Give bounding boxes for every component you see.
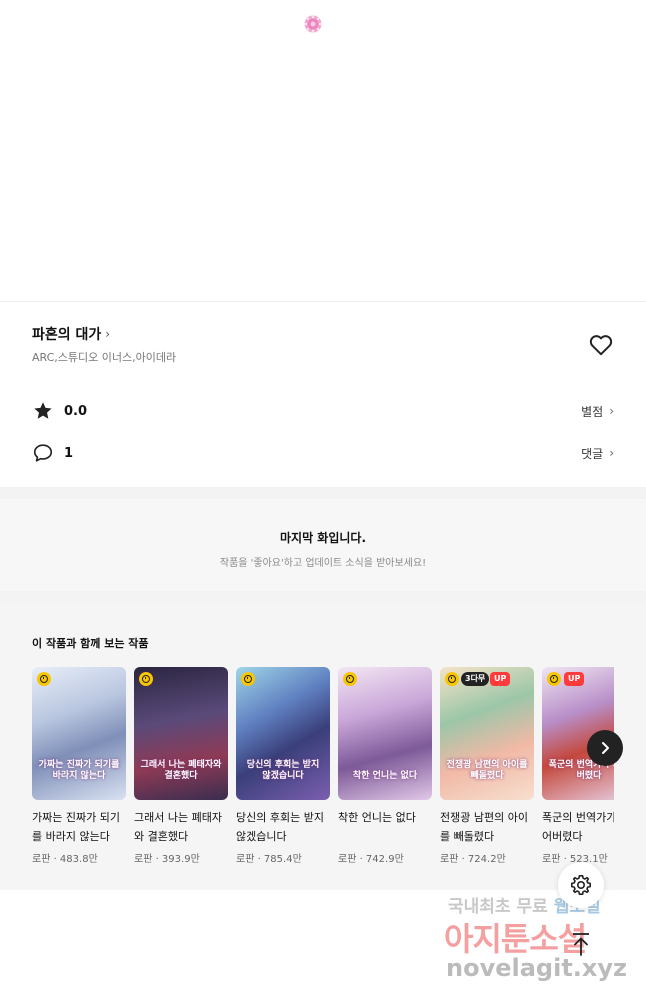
cover-title-text: 당신의 후회는 받지 않겠습니다 [246,760,320,781]
wait-free-badge [547,672,561,686]
recommendations-carousel[interactable]: 가짜는 진짜가 되기를 바라지 않는다 가짜는 진짜가 되기를 바라지 않는다 … [32,667,614,877]
watermark: 국내최초 무료 웹소설 아지툰소설 novelagit.xyz [440,890,630,990]
carousel-next-button[interactable] [587,730,623,766]
episode-end-area [0,0,646,300]
cover-image: 착한 언니는 없다 [338,667,432,800]
arrow-up-icon [573,933,589,956]
cover-image: 그래서 나는 폐태자와 결혼했다 [134,667,228,800]
rating-link-label: 별점 [581,404,604,419]
recommendation-item[interactable]: 3다무 UP 전쟁광 남편의 아이를 빼돌렸다 전쟁광 남편의 아이를 빼돌렸다… [440,667,534,865]
comment-count: 1 [64,445,74,461]
series-authors: ARC,스튜디오 이너스,아이데라 [32,351,177,364]
section-divider [0,591,646,603]
cover-image: 3다무 UP 전쟁광 남편의 아이를 빼돌렸다 [440,667,534,800]
recommendation-item[interactable]: 그래서 나는 폐태자와 결혼했다 그래서 나는 폐태자와 결혼했다 로판 · 3… [134,667,228,865]
section-divider [0,487,646,499]
clock-icon [40,675,48,683]
clock-icon [346,675,354,683]
cover-title-text: 가짜는 진짜가 되기를 바라지 않는다 [38,760,120,781]
recommendation-item[interactable]: 가짜는 진짜가 되기를 바라지 않는다 가짜는 진짜가 되기를 바라지 않는다 … [32,667,126,865]
settings-button[interactable] [558,862,604,908]
recommendation-meta: 로판 · 483.8만 [32,854,98,865]
wait-free-badge [343,672,357,686]
wait-free-badge [445,672,459,686]
last-episode-title: 마지막 화입니다. [279,531,367,545]
comments-row: 1 댓글 › [32,441,614,465]
cover-title-text: 전쟁광 남편의 아이를 빼돌렸다 [446,760,528,781]
recommendation-meta: 로판 · 393.9만 [134,854,200,865]
chevron-right-icon [602,742,609,754]
last-episode-notice: 마지막 화입니다. 작품을 '좋아요'하고 업데이트 소식을 받아보세요! [0,499,646,591]
recommendation-meta: 로판 · 742.9만 [338,854,404,865]
wait-free-badge [37,672,51,686]
recommendations-section: 이 작품과 함께 보는 작품 가짜는 진짜가 되기를 바라지 않는다 가짜는 진… [0,603,646,890]
recommendation-meta: 로판 · 785.4만 [236,854,302,865]
free-episodes-badge: 3다무 [461,672,490,686]
recommendation-title: 전쟁광 남편의 아이를 빼돌렸다 [440,811,528,843]
wait-free-badge [139,672,153,686]
heart-outline-icon[interactable] [588,332,614,358]
up-badge: UP [564,672,585,686]
gear-icon [571,875,591,895]
comments-link-label: 댓글 [581,446,604,461]
rating-value: 0.0 [64,403,88,419]
rating-row: 0.0 별점 › [32,399,614,423]
flower-icon [304,15,322,33]
up-badge: UP [490,672,511,686]
cover-title-text: 착한 언니는 없다 [352,771,418,781]
recommendation-item[interactable]: 착한 언니는 없다 착한 언니는 없다 로판 · 742.9만 [338,667,432,865]
cover-title-text: 그래서 나는 폐태자와 결혼했다 [140,760,222,781]
recommendation-title: 당신의 후회는 받지 않겠습니다 [236,811,324,843]
recommendation-title: 착한 언니는 없다 [338,811,416,824]
cover-image: 당신의 후회는 받지 않겠습니다 [236,667,330,800]
clock-icon [142,675,150,683]
chevron-right-icon: › [609,446,614,460]
comments-link[interactable]: 댓글 › [581,445,614,462]
speech-bubble-icon [33,444,53,462]
last-episode-subtitle: 작품을 '좋아요'하고 업데이트 소식을 받아보세요! [219,558,427,569]
chevron-right-icon: › [105,327,111,341]
scroll-to-top-button[interactable] [567,930,595,958]
cover-image: 가짜는 진짜가 되기를 바라지 않는다 [32,667,126,800]
clock-icon [244,675,252,683]
page: 파혼의 대가 › ARC,스튜디오 이너스,아이데라 0.0 별점 › 1 댓글 [0,0,646,1007]
star-icon [34,402,52,419]
rating-link[interactable]: 별점 › [581,403,614,420]
recommendation-title: 그래서 나는 폐태자와 결혼했다 [134,811,222,843]
series-title: 파혼의 대가 [32,327,102,343]
recommendation-meta: 로판 · 724.2만 [440,854,506,865]
recommendation-title: 가짜는 진짜가 되기를 바라지 않는다 [32,811,120,843]
series-title-link[interactable]: 파혼의 대가 › [32,324,110,344]
series-info-card: 파혼의 대가 › ARC,스튜디오 이너스,아이데라 0.0 별점 › 1 댓글 [0,301,646,487]
clock-icon [550,675,558,683]
chevron-right-icon: › [609,404,614,418]
recommendation-item[interactable]: UP 폭군의 번역가가 되어버렸다 폭군의 번역가가 되어버렸다 로판 · 52… [542,667,614,865]
recommendation-item[interactable]: 당신의 후회는 받지 않겠습니다 당신의 후회는 받지 않겠습니다 로판 · 7… [236,667,330,865]
watermark-line3: novelagit.xyz [446,954,628,982]
recommendation-title: 폭군의 번역가가 되어버렸다 [542,811,614,843]
wait-free-badge [241,672,255,686]
recommendations-heading: 이 작품과 함께 보는 작품 [32,637,149,650]
clock-icon [448,675,456,683]
